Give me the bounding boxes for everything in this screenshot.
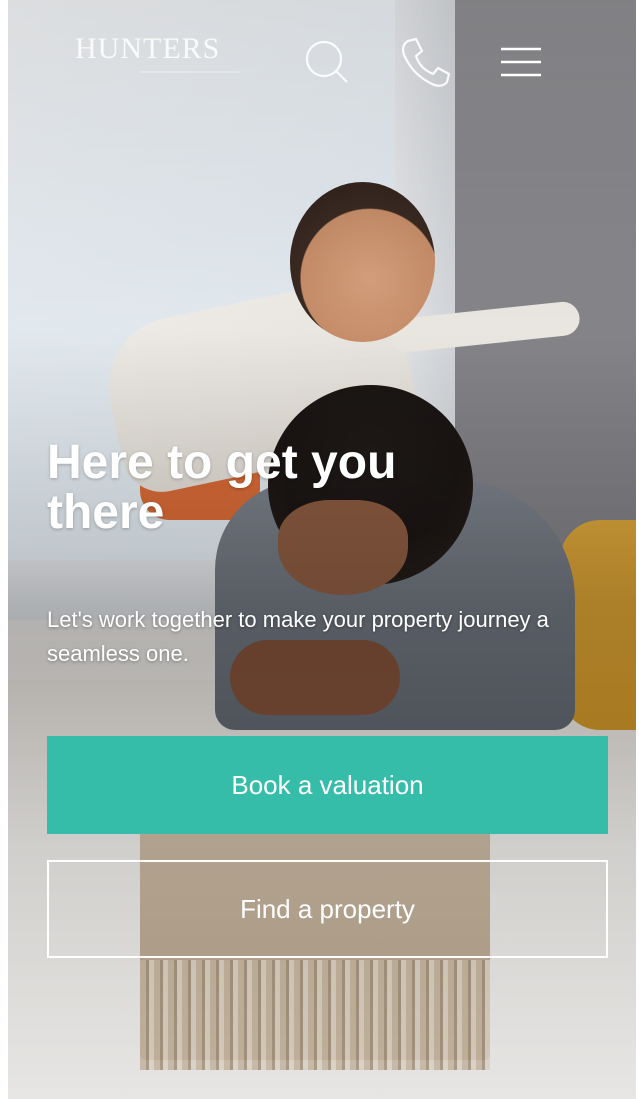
find-property-button[interactable]: Find a property xyxy=(47,860,608,958)
book-valuation-button[interactable]: Book a valuation xyxy=(47,736,608,834)
logo-tagline-mark xyxy=(140,71,240,73)
site-header: HUNTERS xyxy=(0,0,639,125)
hero-headline: Here to get you there xyxy=(47,436,397,539)
hero-subtext: Let's work together to make your propert… xyxy=(47,607,549,666)
phone-button[interactable] xyxy=(398,35,452,89)
hero-section: HUNTERS Here to get you there Let's work… xyxy=(0,0,639,1099)
menu-button[interactable] xyxy=(494,35,548,89)
search-icon xyxy=(305,40,348,83)
phone-icon xyxy=(401,37,451,87)
site-logo[interactable]: HUNTERS xyxy=(75,32,220,66)
search-button[interactable] xyxy=(298,35,352,89)
hamburger-menu-icon xyxy=(501,47,541,77)
